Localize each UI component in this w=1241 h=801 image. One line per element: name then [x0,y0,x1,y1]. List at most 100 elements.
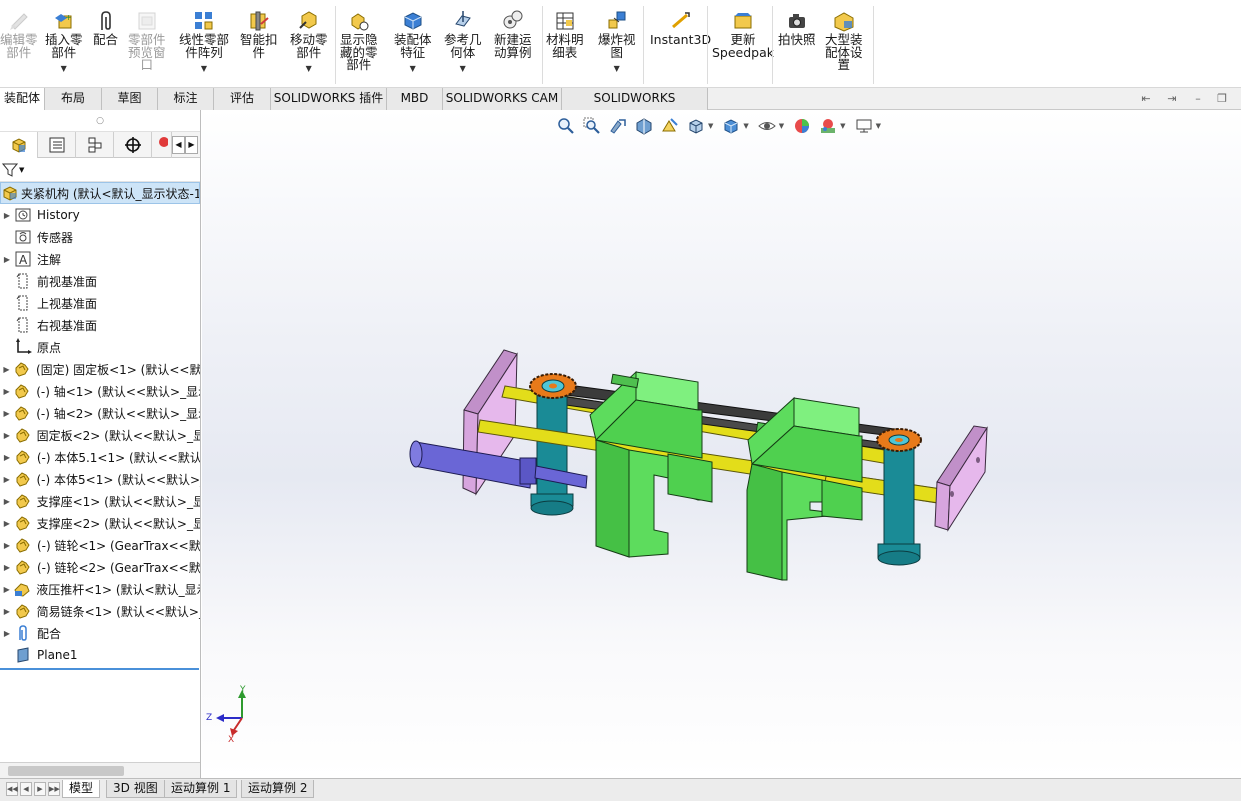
tree-item[interactable]: 前视基准面 [0,270,200,292]
tree-item[interactable]: 上视基准面 [0,292,200,314]
tree-item[interactable]: ▶ (-) 本体5<1> (默认<<默认>_ [0,468,200,490]
tree-item[interactable]: ▶ 液压推杆<1> (默认<默认_显示 [0,578,200,600]
tree-item[interactable]: ▶ (-) 轴<1> (默认<<默认>_显示 [0,380,200,402]
tab-4[interactable]: 评估 [214,88,271,110]
tree-item[interactable]: ▶ 简易链条<1> (默认<<默认>_ [0,600,200,622]
tree-item[interactable]: ▶ 配合 [0,622,200,644]
tab-8[interactable]: SOLIDWORKS Inspection [562,88,708,126]
bottom-tab-0[interactable]: 模型 [62,780,101,798]
tab-display-manager[interactable] [152,132,172,158]
tree-item[interactable]: 右视基准面 [0,314,200,336]
tree-item[interactable]: ▶ 支撑座<1> (默认<<默认>_显 [0,490,200,512]
graphics-area[interactable]: ▼ ▼ ▼ ▼ ▼ Y Z X [202,110,1241,778]
bottom-tab-3[interactable]: 运动算例 2 [241,780,315,798]
last-tab-button[interactable]: ▶▶ [48,782,60,796]
tree-item[interactable]: ▶ 支撑座<2> (默认<<默认>_显 [0,512,200,534]
first-tab-button[interactable]: ◀◀ [6,782,18,796]
expand-arrow-icon[interactable]: ▶ [0,497,14,506]
expand-arrow-icon[interactable]: ▶ [0,629,14,638]
expand-arrow-icon[interactable]: ▶ [0,519,14,528]
tab-dimxpert-manager[interactable] [114,132,152,158]
expand-arrow-icon[interactable]: ▶ [0,211,14,220]
linear-pattern-dropdown-arrow-icon[interactable]: ▼ [201,63,207,76]
bottom-tab-2[interactable]: 运动算例 1 [164,780,238,798]
tab-5[interactable]: SOLIDWORKS 插件 [271,88,387,110]
tree-item[interactable]: ▶ (固定) 固定板<1> (默认<<默认 [0,358,200,380]
assembly-model-render[interactable]: Y Z X [202,110,1241,778]
linear-pattern-button[interactable]: 线性零部 件阵列 ▼ [179,10,229,76]
minimize-icon[interactable]: – [1191,92,1205,106]
tab-3[interactable]: 标注 [158,88,214,110]
sprocket-right[interactable] [876,428,922,452]
tree-filter-row[interactable]: ▼ [0,158,200,182]
insert-component-button[interactable]: + 插入零 部件 ▼ [45,10,83,76]
fixed-plate-right[interactable] [934,425,988,532]
bottom-tab-1[interactable]: 3D 视图 [106,780,165,798]
tree-item[interactable]: ▶ 固定板<2> (默认<<默认>_显 [0,424,200,446]
panel-grip-handle[interactable]: ○ [0,110,200,132]
instant3d-button[interactable]: Instant3D [650,10,711,47]
edit-component-button[interactable]: 编辑零 部件 [0,10,38,59]
tab-0[interactable]: 装配体 [0,88,45,110]
expand-arrow-icon[interactable]: ▶ [0,431,14,440]
expand-arrow-icon[interactable]: ▶ [0,563,14,572]
tree-item[interactable]: 原点 [0,336,200,358]
next-tab-button[interactable]: ▶ [34,782,46,796]
reference-geometry-button[interactable]: 参考几 何体 ▼ [444,10,482,76]
expand-arrow-icon[interactable]: ▶ [0,475,14,484]
tree-item[interactable]: ▶ A 注解 [0,248,200,270]
large-assembly-button[interactable]: 大型装 配体设 置 [825,10,863,72]
tree-item[interactable]: ▶ (-) 链轮<1> (GearTrax<<默 [0,534,200,556]
panel-horizontal-scrollbar[interactable] [0,762,200,778]
scrollbar-thumb[interactable] [8,766,124,776]
show-hidden-button[interactable]: 显示隐 藏的零 部件 [340,10,378,72]
clamp-body-right[interactable] [746,396,863,581]
assembly-features-dropdown-arrow-icon[interactable]: ▼ [410,63,416,76]
new-motion-study-button[interactable]: 新建运 动算例 [494,10,532,59]
component-preview-button[interactable]: 零部件 预览窗 口 [128,10,166,72]
prev-tab-button[interactable]: ◀ [20,782,32,796]
tab-7[interactable]: SOLIDWORKS CAM [443,88,562,110]
tab-1[interactable]: 布局 [45,88,102,110]
tabs-scroll-right-button[interactable]: ▶ [185,136,198,154]
tabs-scroll-left-button[interactable]: ◀ [172,136,185,154]
expand-arrow-icon[interactable]: ▶ [0,541,14,550]
reference-geometry-dropdown-arrow-icon[interactable]: ▼ [460,63,466,76]
tree-item[interactable]: ▶ (-) 轴<2> (默认<<默认>_显示 [0,402,200,424]
tab-6[interactable]: MBD [387,88,443,110]
bom-button[interactable]: 材料明 细表 [546,10,584,59]
tree-item[interactable]: ▶ (-) 链轮<2> (GearTrax<<默 [0,556,200,578]
tree-root-assembly[interactable]: 夹紧机构 (默认<默认_显示状态-1 [0,182,200,204]
snapshot-button[interactable]: 拍快照 [778,10,816,47]
tab-configuration-manager[interactable] [76,132,114,158]
expand-arrow-icon[interactable]: ▶ [0,365,13,374]
restore-icon[interactable]: ❐ [1215,92,1229,106]
tile-left-icon[interactable]: ⇤ [1139,92,1153,106]
clamp-body-left[interactable] [589,370,713,558]
insert-component-dropdown-arrow-icon[interactable]: ▼ [61,63,67,76]
tree-item[interactable]: ▶ History [0,204,200,226]
update-speedpak-button[interactable]: 更新 Speedpak [712,10,774,59]
expand-arrow-icon[interactable]: ▶ [0,255,14,264]
tab-property-manager[interactable] [38,132,76,158]
move-component-dropdown-arrow-icon[interactable]: ▼ [306,63,312,76]
mate-button[interactable]: 配合 [93,10,118,47]
tree-item[interactable]: ▶ (-) 本体5.1<1> (默认<<默认 [0,446,200,468]
tree-item[interactable]: Plane1 [0,644,200,666]
move-component-button[interactable]: 移动零 部件 ▼ [290,10,328,76]
sprocket-left[interactable] [529,373,577,399]
tab-feature-manager[interactable] [0,132,38,158]
exploded-view-dropdown-arrow-icon[interactable]: ▼ [614,63,620,76]
support-column-left[interactable] [530,391,574,516]
smart-fasteners-button[interactable]: 智能扣 件 [240,10,278,59]
expand-arrow-icon[interactable]: ▶ [0,607,14,616]
exploded-view-button[interactable]: 爆炸视 图 ▼ [598,10,636,76]
support-column-right[interactable] [877,439,921,566]
tab-2[interactable]: 草图 [102,88,158,110]
assembly-features-button[interactable]: 装配体 特征 ▼ [394,10,432,76]
expand-arrow-icon[interactable]: ▶ [0,453,14,462]
expand-arrow-icon[interactable]: ▶ [0,585,13,594]
expand-arrow-icon[interactable]: ▶ [0,409,13,418]
expand-arrow-icon[interactable]: ▶ [0,387,13,396]
tile-right-icon[interactable]: ⇥ [1165,92,1179,106]
